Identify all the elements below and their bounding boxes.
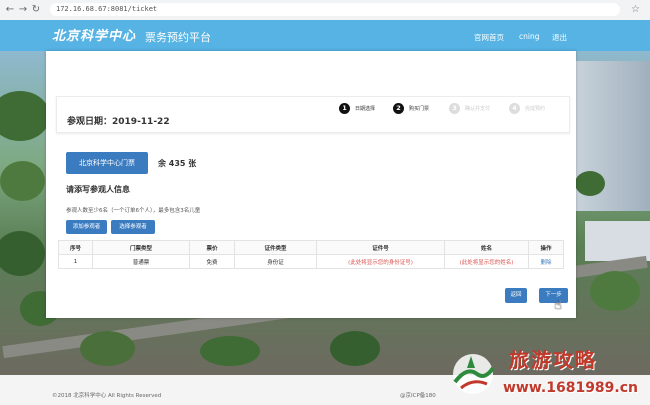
col-header-action: 操作 [528, 240, 564, 255]
cell-ticket-type[interactable]: 普通票 [92, 254, 190, 269]
delete-link[interactable]: 删除 [528, 254, 564, 269]
visit-date: 参观日期：2019-11-22 [67, 114, 170, 127]
visitor-section-title: 请添写参观人信息 [66, 185, 130, 194]
table-row: 1 普通票 免费 身份证 (此处将显示您的身份证号) (此处将显示您的姓名) 删… [58, 254, 564, 269]
cell-id-number[interactable]: (此处将显示您的身份证号) [316, 254, 445, 269]
cell-price: 免费 [189, 254, 235, 269]
col-header-id-type: 证件类型 [234, 240, 317, 255]
nav-logout-link[interactable]: 退出 [552, 32, 567, 43]
watermark-logo-icon [453, 354, 495, 394]
col-header-id-number: 证件号 [316, 240, 445, 255]
site-header: 北京科学中心 票务预约平台 官网首页 cning 退出 [0, 20, 650, 51]
copyright-text: ©2018 北京科学中心 All Rights Reserved [52, 393, 162, 399]
col-header-price: 票价 [189, 240, 235, 255]
col-header-index: 序号 [58, 240, 93, 255]
cell-index: 1 [58, 254, 93, 269]
forward-arrow-icon[interactable]: → [17, 3, 29, 16]
watermark-title: 旅游攻略 [509, 348, 597, 372]
col-header-ticket-type: 门票类型 [92, 240, 190, 255]
nav-username[interactable]: cning [519, 32, 539, 41]
step-number: 4 [509, 103, 520, 114]
cell-name[interactable]: (此处将显示您的姓名) [444, 254, 529, 269]
watermark: 旅游攻略 www.1681989.cn [443, 342, 643, 402]
step-label: 购买门票 [409, 106, 430, 112]
step-label: 确认并支付 [465, 106, 491, 112]
table-header-row: 序号 门票类型 票价 证件类型 证件号 姓名 操作 [58, 240, 564, 255]
visit-date-value: 2019-11-22 [112, 117, 170, 127]
watermark-url: www.1681989.cn [503, 380, 638, 396]
col-header-name: 姓名 [444, 240, 529, 255]
site-logo[interactable]: 北京科学中心 [52, 25, 136, 44]
visitor-notice: 参观人数至少6名（一个订单6个人），最多包含3名儿童 [66, 208, 201, 214]
back-arrow-icon[interactable]: ← [4, 3, 16, 16]
browser-toolbar: ← → ↻ 172.16.68.67:8081/ticket ☆ [0, 0, 650, 21]
ticket-type-button[interactable]: 北京科学中心门票 [66, 152, 148, 174]
bookmark-star-icon[interactable]: ☆ [631, 3, 640, 16]
select-visitor-button[interactable]: 选择参观者 [111, 220, 155, 234]
step-number: 2 [393, 103, 404, 114]
icp-text: @京ICP备180 [400, 393, 436, 399]
back-button[interactable]: 返回 [505, 288, 527, 303]
hand-cursor-icon: ☝ [554, 298, 562, 313]
cell-id-type[interactable]: 身份证 [234, 254, 317, 269]
visitor-table: 序号 门票类型 票价 证件类型 证件号 姓名 操作 1 普通票 免费 身份证 (… [58, 240, 564, 269]
booking-panel: 参观日期：2019-11-22 1 日期选择 2 购买门票 3 确认并支付 4 … [46, 51, 576, 318]
site-title: 票务预约平台 [145, 31, 211, 44]
visit-date-label: 参观日期： [67, 117, 113, 127]
remaining-count: 余 435 张 [158, 159, 197, 168]
step-number: 1 [339, 103, 350, 114]
step-label: 完成预约 [525, 106, 546, 112]
date-bar: 参观日期：2019-11-22 1 日期选择 2 购买门票 3 确认并支付 4 … [56, 96, 570, 133]
add-visitor-button[interactable]: 添加参观者 [66, 220, 107, 234]
reload-icon[interactable]: ↻ [30, 3, 42, 16]
address-bar[interactable]: 172.16.68.67:8081/ticket [50, 3, 620, 16]
nav-home-link[interactable]: 官网首页 [474, 32, 504, 43]
step-label: 日期选择 [355, 106, 376, 112]
step-number: 3 [449, 103, 460, 114]
